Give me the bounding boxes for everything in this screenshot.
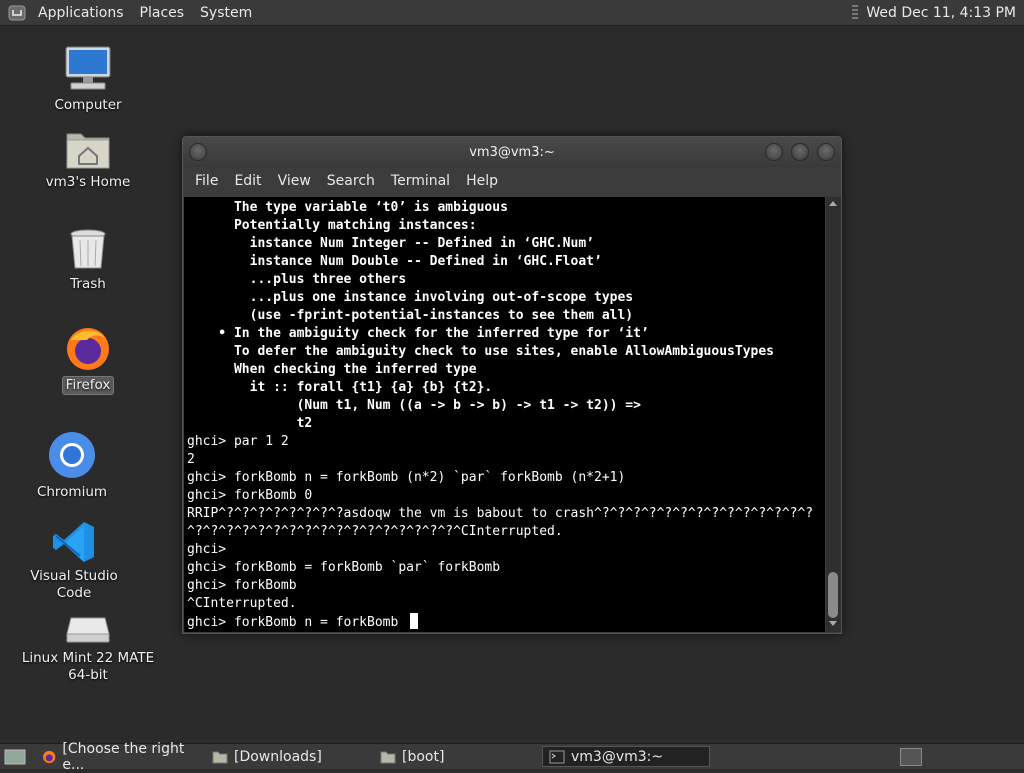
- terminal-line: When checking the inferred type: [187, 362, 477, 377]
- terminal-titlebar[interactable]: vm3@vm3:~: [183, 137, 841, 167]
- terminal-line: ^CInterrupted.: [187, 596, 297, 611]
- clock[interactable]: Wed Dec 11, 4:13 PM: [866, 5, 1016, 21]
- desktop-icon-label: Trash: [70, 276, 106, 292]
- computer-icon: [65, 46, 111, 90]
- terminal-line: To defer the ambiguity check to use site…: [187, 344, 774, 359]
- terminal-line: instance Num Integer -- Defined in ‘GHC.…: [187, 236, 594, 251]
- terminal-cursor: [410, 613, 419, 629]
- terminal-line: ...plus three others: [187, 272, 407, 287]
- taskbar-item-downloads[interactable]: [Downloads]: [206, 746, 370, 767]
- menu-terminal[interactable]: Terminal: [391, 173, 450, 189]
- scroll-up-arrow-icon[interactable]: [829, 201, 837, 206]
- terminal-line: ^?^?^?^?^?^?^?^?^?^?^?^?^?^?^?^?^?^CInte…: [187, 524, 563, 539]
- menu-file[interactable]: File: [195, 173, 218, 189]
- terminal-line: 2: [187, 452, 195, 467]
- terminal-line: ...plus one instance involving out-of-sc…: [187, 290, 634, 305]
- mint-menu-icon[interactable]: [8, 4, 26, 22]
- desktop-icon-label: Firefox: [61, 376, 115, 395]
- terminal-line: t2: [187, 416, 313, 431]
- desktop-icon-label: Computer: [54, 97, 122, 113]
- home-folder-icon: [66, 133, 110, 169]
- vscode-icon: [53, 522, 94, 562]
- desktop-icon-label: Visual Studio Code: [30, 568, 118, 601]
- desktop-icon-firefox[interactable]: Firefox: [38, 326, 138, 395]
- terminal-scrollbar[interactable]: [826, 197, 841, 632]
- terminal-window: vm3@vm3:~ File Edit View Search Terminal…: [182, 136, 842, 634]
- desktop-icon-chromium[interactable]: Chromium: [22, 430, 122, 501]
- folder-icon: [212, 751, 228, 763]
- terminal-line: instance Num Double -- Defined in ‘GHC.F…: [187, 254, 602, 269]
- disc-drive-icon: [66, 617, 110, 643]
- taskbar-item-label: [Downloads]: [234, 748, 322, 765]
- system-menu[interactable]: System: [200, 5, 252, 21]
- desktop-icon-label: vm3's Home: [45, 174, 131, 190]
- terminal-line: ghci>: [187, 542, 227, 557]
- terminal-line: • In the ambiguity check for the inferre…: [187, 326, 649, 341]
- desktop-icon-vscode[interactable]: Visual Studio Code: [14, 520, 134, 602]
- desktop-icon-trash[interactable]: Trash: [38, 228, 138, 293]
- terminal-menubar: File Edit View Search Terminal Help: [183, 167, 841, 195]
- trash-icon: [70, 229, 106, 269]
- desktop-icon-label: Chromium: [36, 484, 108, 500]
- taskbar-item-terminal[interactable]: vm3@vm3:~: [542, 746, 710, 767]
- applications-menu[interactable]: Applications: [38, 5, 124, 21]
- taskbar-item-label: [boot]: [402, 748, 445, 765]
- terminal-line: ghci> par 1 2: [187, 434, 289, 449]
- workspace-switcher[interactable]: [894, 747, 928, 766]
- terminal-line: ghci> forkBomb n = forkBomb (n*2) `par` …: [187, 470, 626, 485]
- menu-search[interactable]: Search: [327, 173, 375, 189]
- firefox-icon: [43, 750, 56, 763]
- taskbar-item-label: vm3@vm3:~: [571, 748, 664, 765]
- top-panel: Applications Places System Wed Dec 11, 4…: [0, 0, 1024, 26]
- terminal-icon: [549, 750, 565, 763]
- show-desktop-icon[interactable]: [4, 748, 26, 766]
- terminal-line: (use -fprint-potential-instances to see …: [187, 308, 634, 323]
- maximize-button[interactable]: [791, 143, 809, 161]
- taskbar-item-firefox[interactable]: [Choose the right e...: [36, 741, 202, 773]
- terminal-line: The type variable ‘t0’ is ambiguous: [187, 200, 508, 215]
- terminal-line: Potentially matching instances:: [187, 218, 477, 233]
- terminal-line: ghci> forkBomb 0: [187, 488, 313, 503]
- menu-help[interactable]: Help: [466, 173, 498, 189]
- chromium-icon: [49, 432, 95, 478]
- desktop-icon-linux-mint-drive[interactable]: Linux Mint 22 MATE 64-bit: [18, 612, 158, 684]
- terminal-line: ghci> forkBomb n = forkBomb: [187, 613, 825, 631]
- terminal-line: it :: forall {t1} {a} {b} {t2}.: [187, 380, 493, 395]
- terminal-line: RRIP^?^?^?^?^?^?^?^?asdoqw the vm is bab…: [187, 506, 814, 521]
- window-title: vm3@vm3:~: [469, 144, 555, 160]
- terminal-output[interactable]: The type variable ‘t0’ is ambiguous Pote…: [184, 197, 825, 632]
- taskbar-item-boot[interactable]: [boot]: [374, 746, 538, 767]
- scrollbar-thumb[interactable]: [828, 572, 838, 618]
- firefox-icon: [67, 328, 109, 370]
- terminal-line: ghci> forkBomb = forkBomb `par` forkBomb: [187, 560, 501, 575]
- window-menu-button[interactable]: [189, 143, 207, 161]
- bottom-panel: [Choose the right e... [Downloads] [boot…: [0, 741, 1024, 773]
- close-button[interactable]: [817, 143, 835, 161]
- folder-icon: [380, 751, 396, 763]
- desktop-icon-computer[interactable]: Computer: [38, 45, 138, 114]
- terminal-line: ghci> forkBomb: [187, 578, 297, 593]
- workspace-1[interactable]: [900, 747, 922, 766]
- desktop-icon-home[interactable]: vm3's Home: [38, 128, 138, 191]
- minimize-button[interactable]: [765, 143, 783, 161]
- desktop-icon-label: Linux Mint 22 MATE 64-bit: [21, 650, 155, 683]
- scroll-down-arrow-icon[interactable]: [829, 621, 837, 626]
- menu-view[interactable]: View: [278, 173, 311, 189]
- menu-edit[interactable]: Edit: [234, 173, 261, 189]
- panel-grip: [852, 4, 859, 21]
- terminal-line: (Num t1, Num ((a -> b -> b) -> t1 -> t2)…: [187, 398, 641, 413]
- places-menu[interactable]: Places: [140, 5, 185, 21]
